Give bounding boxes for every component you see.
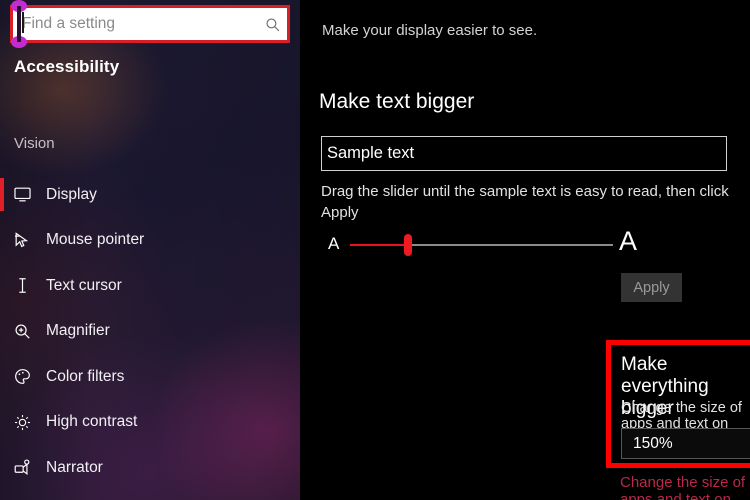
sidebar-item-magnifier[interactable]: Magnifier — [0, 309, 300, 355]
sidebar-item-label: Text cursor — [46, 276, 122, 294]
sample-text-preview: Sample text — [321, 136, 727, 171]
slider-track[interactable] — [350, 234, 613, 256]
sidebar-item-mouse-pointer[interactable]: Mouse pointer — [0, 218, 300, 264]
search-icon[interactable] — [257, 8, 287, 40]
text-size-slider[interactable]: A A — [322, 226, 642, 264]
color-palette-icon — [13, 367, 43, 386]
scale-dropdown-value: 150% — [633, 434, 673, 452]
scale-dropdown[interactable]: 150% — [621, 428, 750, 459]
other-displays-link[interactable]: Change the size of apps and text on othe… — [620, 474, 750, 500]
slider-thumb[interactable] — [403, 234, 412, 256]
sidebar-item-label: Mouse pointer — [46, 231, 145, 249]
sidebar-item-label: Magnifier — [46, 322, 110, 340]
sidebar-group-label: Vision — [14, 135, 55, 152]
settings-window: Accessibility Vision Display — [0, 0, 750, 500]
slider-max-glyph: A — [619, 226, 638, 256]
brightness-icon — [13, 413, 43, 432]
sidebar-item-color-filters[interactable]: Color filters — [0, 354, 300, 400]
sidebar-item-text-cursor[interactable]: Text cursor — [0, 263, 300, 309]
search-field-container[interactable] — [10, 5, 290, 43]
slider-min-glyph: A — [328, 234, 340, 253]
text-cursor-icon — [13, 276, 43, 295]
magnifier-icon — [13, 322, 43, 341]
make-text-bigger-heading: Make text bigger — [319, 90, 475, 113]
narrator-icon — [13, 458, 43, 477]
sidebar-item-label: Color filters — [46, 367, 125, 385]
main-content: Make your display easier to see. Make te… — [300, 0, 750, 500]
sidebar-item-display[interactable]: Display — [0, 172, 300, 218]
sidebar: Accessibility Vision Display — [0, 0, 300, 500]
sidebar-item-label: Narrator — [46, 458, 103, 476]
apply-button[interactable]: Apply — [621, 273, 682, 302]
slider-track-fill — [350, 244, 408, 246]
sidebar-item-narrator[interactable]: Narrator — [0, 445, 300, 491]
main-subtitle: Make your display easier to see. — [322, 22, 538, 39]
sample-text-value: Sample text — [327, 144, 415, 162]
sidebar-nav: Display Mouse pointer Text cursor Magnif… — [0, 172, 300, 491]
slider-hint-text: Drag the slider until the sample text is… — [321, 183, 729, 222]
search-input[interactable] — [13, 8, 257, 40]
text-caret — [22, 12, 24, 33]
sidebar-item-high-contrast[interactable]: High contrast — [0, 400, 300, 446]
sidebar-item-label: High contrast — [46, 413, 138, 431]
monitor-icon — [13, 185, 43, 204]
mouse-pointer-icon — [13, 231, 43, 250]
sidebar-item-label: Display — [46, 185, 97, 203]
page-title: Accessibility — [14, 57, 120, 76]
